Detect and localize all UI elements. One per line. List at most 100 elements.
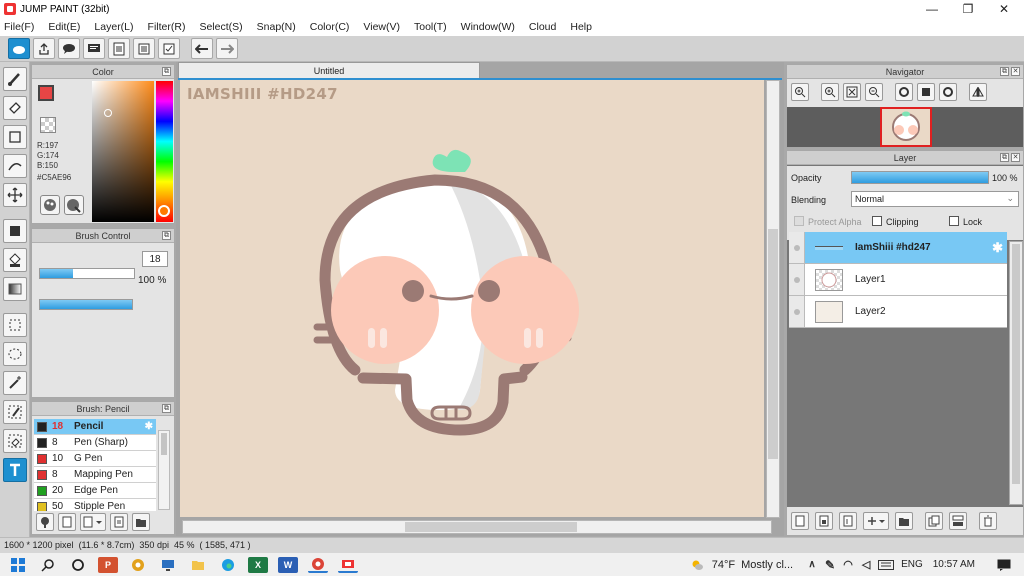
tray-arrow-icon[interactable]: ∧: [806, 557, 818, 573]
move-icon[interactable]: [3, 183, 27, 207]
list-icon[interactable]: [133, 38, 155, 59]
notification-icon[interactable]: [994, 557, 1014, 573]
brush-icon[interactable]: [3, 67, 27, 91]
edge-icon[interactable]: [218, 557, 238, 573]
select-rect-icon[interactable]: [3, 313, 27, 337]
chrome-canary-icon[interactable]: [128, 557, 148, 573]
panel-float-icon[interactable]: ⧉: [162, 404, 171, 413]
duplicate-layer-icon[interactable]: [925, 512, 943, 530]
volume-icon[interactable]: ◁: [860, 557, 872, 573]
menu-layer[interactable]: Layer(L): [94, 21, 133, 33]
menu-help[interactable]: Help: [570, 21, 592, 33]
menu-edit[interactable]: Edit(E): [48, 21, 80, 33]
undo-icon[interactable]: [191, 38, 213, 59]
brush-item-pencil[interactable]: 18 Pencil ✱: [34, 419, 156, 435]
search-icon[interactable]: [38, 557, 58, 573]
menu-file[interactable]: File(F): [4, 21, 34, 33]
cloud-icon[interactable]: [8, 38, 30, 59]
restore-button[interactable]: ❐: [950, 0, 986, 18]
language-indicator[interactable]: ENG: [901, 559, 923, 570]
tree-icon[interactable]: [36, 513, 54, 531]
curve-icon[interactable]: [3, 154, 27, 178]
fit-icon[interactable]: [843, 83, 861, 101]
brush-size-input[interactable]: 18: [142, 251, 168, 267]
windows-start-icon[interactable]: [8, 557, 28, 573]
rectangle-icon[interactable]: [3, 125, 27, 149]
scroll-thumb[interactable]: [161, 433, 167, 455]
redo-icon[interactable]: [216, 38, 238, 59]
menu-view[interactable]: View(V): [363, 21, 400, 33]
vertical-scrollbar[interactable]: [766, 80, 780, 518]
panel-float-icon[interactable]: ⧉: [162, 231, 171, 240]
rotate-right-icon[interactable]: [939, 83, 957, 101]
lock-checkbox[interactable]: [949, 216, 959, 226]
zoom-in-alt-icon[interactable]: [821, 83, 839, 101]
scroll-thumb[interactable]: [1012, 244, 1020, 484]
zoom-out-icon[interactable]: [865, 83, 883, 101]
panel-float-icon[interactable]: ⧉: [162, 67, 171, 76]
menu-select[interactable]: Select(S): [199, 21, 242, 33]
saturation-value-picker[interactable]: [92, 81, 154, 222]
panel-close-icon[interactable]: ✕: [1011, 153, 1020, 162]
copy-brush-icon[interactable]: [80, 513, 106, 531]
share-icon[interactable]: [33, 38, 55, 59]
layer-row-iamshiii[interactable]: IamShiii #hd247 ✱: [789, 232, 1007, 264]
new-folder-icon[interactable]: [895, 512, 913, 530]
document-tab[interactable]: Untitled: [178, 62, 480, 78]
text-icon[interactable]: [3, 458, 27, 482]
color-picker-icon[interactable]: [64, 195, 84, 215]
clock[interactable]: 10:57 AM: [933, 559, 975, 570]
eraser-icon[interactable]: [3, 96, 27, 120]
brush-item-pen-sharp[interactable]: 8 Pen (Sharp): [34, 435, 156, 451]
visibility-toggle[interactable]: [789, 296, 805, 327]
lasso-icon[interactable]: [3, 342, 27, 366]
message-icon[interactable]: [83, 38, 105, 59]
excel-icon[interactable]: X: [248, 556, 268, 573]
drawing-canvas[interactable]: IAMSHIII #HD247: [180, 80, 764, 517]
select-pen-icon[interactable]: [3, 400, 27, 424]
gear-icon[interactable]: ✱: [145, 421, 153, 432]
clipping-checkbox[interactable]: [872, 216, 882, 226]
panel-close-icon[interactable]: ✕: [1011, 67, 1020, 76]
brush-opacity-slider[interactable]: [39, 299, 133, 310]
horizontal-scroll-thumb[interactable]: [405, 522, 577, 532]
wifi-icon[interactable]: ◠: [842, 557, 854, 573]
new-layer-icon[interactable]: [791, 512, 809, 530]
magic-wand-icon[interactable]: [3, 371, 27, 395]
menu-snap[interactable]: Snap(N): [257, 21, 296, 33]
keyboard-icon[interactable]: [878, 557, 895, 573]
panel-float-icon[interactable]: ⧉: [1000, 67, 1009, 76]
comment-icon[interactable]: [58, 38, 80, 59]
visibility-toggle[interactable]: [789, 232, 805, 263]
palette-icon[interactable]: [40, 195, 60, 215]
panel-float-icon[interactable]: ⧉: [1000, 153, 1009, 162]
fill-rect-icon[interactable]: [3, 219, 27, 243]
reset-view-icon[interactable]: [917, 83, 935, 101]
layer-row-layer1[interactable]: Layer1: [789, 264, 1007, 296]
brush-size-slider[interactable]: [39, 268, 135, 279]
gradient-icon[interactable]: [3, 277, 27, 301]
menu-window[interactable]: Window(W): [461, 21, 515, 33]
task-view-icon[interactable]: [68, 557, 88, 573]
pen-icon[interactable]: ✎: [824, 557, 836, 573]
brush-item-stipple-pen[interactable]: 50 Stipple Pen: [34, 499, 156, 511]
picker-cursor[interactable]: [104, 109, 112, 117]
navigator-thumbnail[interactable]: [880, 107, 932, 147]
bucket-icon[interactable]: [3, 248, 27, 272]
hue-slider[interactable]: [156, 81, 173, 222]
brush-settings-icon[interactable]: [110, 513, 128, 531]
folder-icon[interactable]: [132, 513, 150, 531]
weather-icon[interactable]: [687, 557, 707, 573]
document-icon[interactable]: [108, 38, 130, 59]
blending-select[interactable]: Normal ⌄: [851, 191, 1019, 207]
new-layer-8bit-icon[interactable]: [815, 512, 833, 530]
gear-icon[interactable]: ✱: [992, 240, 1003, 256]
merge-layer-icon[interactable]: [949, 512, 967, 530]
zoom-in-icon[interactable]: [791, 83, 809, 101]
menu-filter[interactable]: Filter(R): [148, 21, 186, 33]
file-explorer-icon[interactable]: [188, 557, 208, 573]
trash-icon[interactable]: [979, 512, 997, 530]
select-eraser-icon[interactable]: [3, 429, 27, 453]
transparent-swatch[interactable]: [40, 117, 56, 133]
hue-handle[interactable]: [158, 205, 170, 217]
